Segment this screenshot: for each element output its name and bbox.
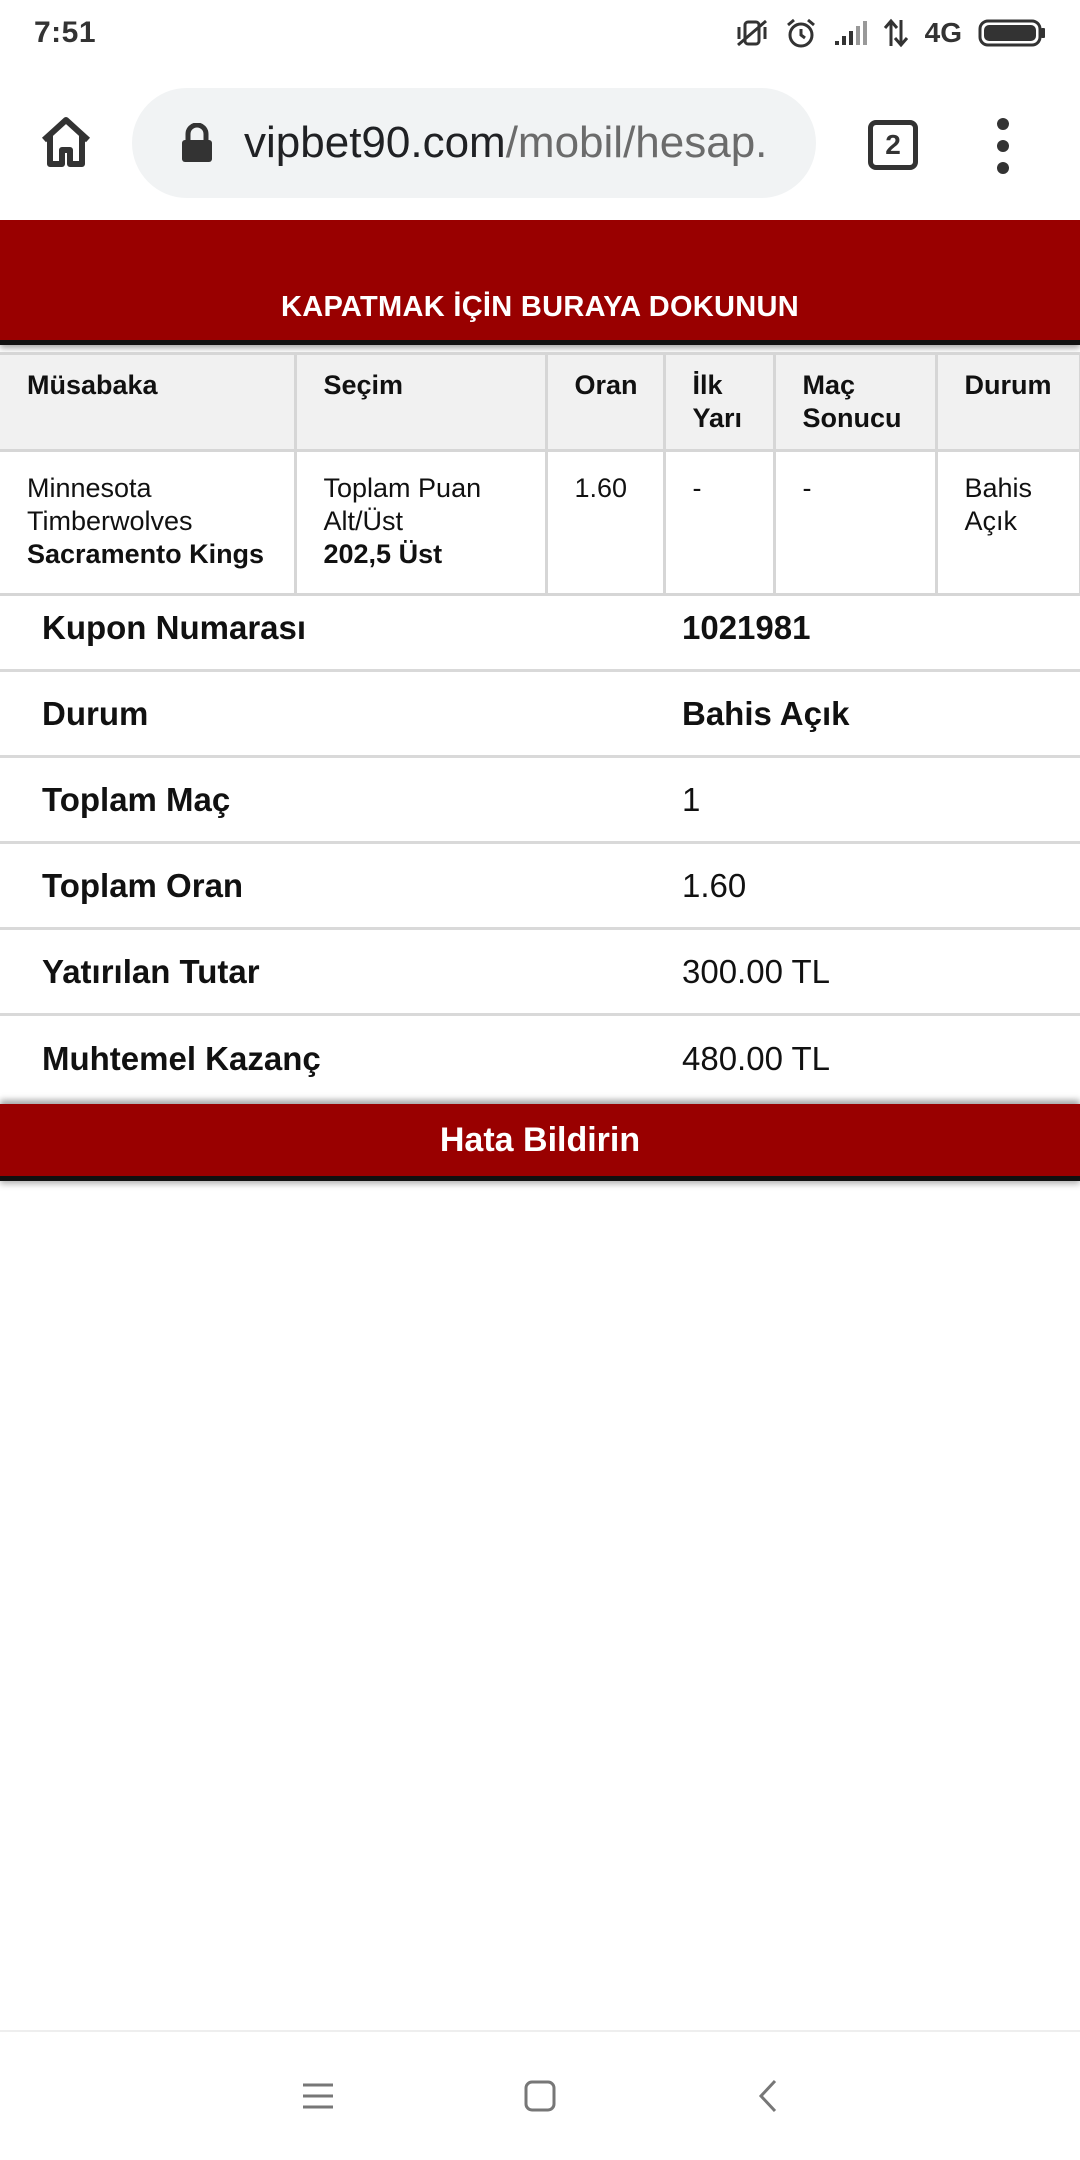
status-label: Durum bbox=[42, 694, 149, 732]
total-odds-label: Toplam Oran bbox=[42, 866, 244, 904]
status-value: Bahis Açık bbox=[682, 694, 850, 732]
total-matches-label: Toplam Maç bbox=[42, 780, 231, 818]
report-error-label: Hata Bildirin bbox=[439, 1120, 641, 1159]
url-host: vipbet90.com bbox=[244, 118, 506, 167]
info-row-status: Durum Bahis Açık bbox=[0, 672, 1080, 758]
tab-switcher-button[interactable]: 2 bbox=[868, 120, 918, 170]
address-bar[interactable]: vipbet90.com/mobil/hesap. bbox=[132, 88, 816, 198]
info-row-stake: Yatırılan Tutar 300.00 TL bbox=[0, 930, 1080, 1016]
tab-count: 2 bbox=[885, 129, 901, 160]
pick: 202,5 Üst bbox=[323, 539, 443, 569]
market-line1: Toplam Puan bbox=[323, 473, 482, 503]
info-row-total-matches: Toplam Maç 1 bbox=[0, 758, 1080, 844]
cell-first-half: - bbox=[662, 449, 776, 596]
market-line2: Alt/Üst bbox=[323, 506, 404, 536]
coupon-info: Kupon Numarası 1021981 Durum Bahis Açık … bbox=[0, 586, 1080, 1102]
potential-win-value: 480.00 TL bbox=[682, 1040, 831, 1077]
back-icon[interactable] bbox=[748, 2076, 788, 2116]
cell-selection: Toplam Puan Alt/Üst 202,5 Üst bbox=[293, 449, 548, 596]
lock-icon bbox=[180, 122, 214, 163]
info-row-potential-win: Muhtemel Kazanç 480.00 TL bbox=[0, 1016, 1080, 1102]
header-result: Maç Sonucu bbox=[772, 352, 938, 452]
cell-status: Bahis Açık bbox=[934, 449, 1080, 596]
coupon-label: Kupon Numarası bbox=[42, 608, 307, 646]
status-time: 7:51 bbox=[34, 16, 97, 49]
menu-icon[interactable] bbox=[298, 2076, 338, 2116]
home-icon[interactable] bbox=[36, 112, 96, 172]
match-table: Müsabaka Seçim Oran İlk Yarı Maç Sonucu Du… bbox=[0, 352, 1080, 596]
status-bar: 7:51 4G bbox=[0, 0, 1080, 66]
close-banner-button[interactable]: KAPATMAK İÇİN BURAYA DOKUNUN bbox=[0, 220, 1080, 340]
url-text[interactable]: vipbet90.com/mobil/hesap. bbox=[244, 118, 767, 168]
close-banner-text: KAPATMAK İÇİN BURAYA DOKUNUN bbox=[280, 291, 800, 323]
coupon-value: 1021981 bbox=[682, 608, 811, 646]
network-type: 4G bbox=[924, 17, 962, 48]
more-vert-icon[interactable] bbox=[992, 118, 1014, 174]
report-error-button[interactable]: Hata Bildirin bbox=[0, 1104, 1080, 1176]
status-icons: 4G bbox=[735, 17, 1046, 49]
potential-win-label: Muhtemel Kazanç bbox=[42, 1040, 321, 1077]
alarm-icon bbox=[785, 17, 817, 49]
table-row: Minnesota Timberwolves Sacramento Kings … bbox=[0, 449, 1080, 596]
info-row-coupon: Kupon Numarası 1021981 bbox=[0, 586, 1080, 672]
signal-icon bbox=[833, 19, 867, 47]
system-nav-bar bbox=[0, 2030, 1080, 2160]
battery-icon bbox=[978, 18, 1046, 48]
cell-result: - bbox=[772, 449, 938, 596]
data-arrows-icon bbox=[883, 18, 909, 48]
team1-line2: Timberwolves bbox=[27, 506, 193, 536]
url-path: /mobil/hesap. bbox=[505, 118, 768, 167]
header-selection: Seçim bbox=[293, 352, 548, 452]
team1-line1: Minnesota bbox=[27, 473, 152, 503]
cell-odds: 1.60 bbox=[544, 449, 666, 596]
header-status: Durum bbox=[934, 352, 1080, 452]
header-event: Müsabaka bbox=[0, 352, 297, 452]
vibrate-off-icon bbox=[735, 18, 769, 48]
cell-event: Minnesota Timberwolves Sacramento Kings bbox=[0, 449, 297, 596]
info-row-total-odds: Toplam Oran 1.60 bbox=[0, 844, 1080, 930]
stake-value: 300.00 TL bbox=[682, 952, 831, 990]
browser-toolbar: vipbet90.com/mobil/hesap. 2 bbox=[0, 66, 1080, 220]
total-matches-value: 1 bbox=[682, 780, 701, 818]
table-header-row: Müsabaka Seçim Oran İlk Yarı Maç Sonucu Du… bbox=[0, 352, 1080, 452]
header-odds: Oran bbox=[544, 352, 666, 452]
header-first-half: İlk Yarı bbox=[662, 352, 776, 452]
team2: Sacramento Kings bbox=[27, 539, 265, 569]
home-square-icon[interactable] bbox=[520, 2076, 560, 2116]
stake-label: Yatırılan Tutar bbox=[42, 952, 260, 990]
total-odds-value: 1.60 bbox=[682, 866, 747, 904]
